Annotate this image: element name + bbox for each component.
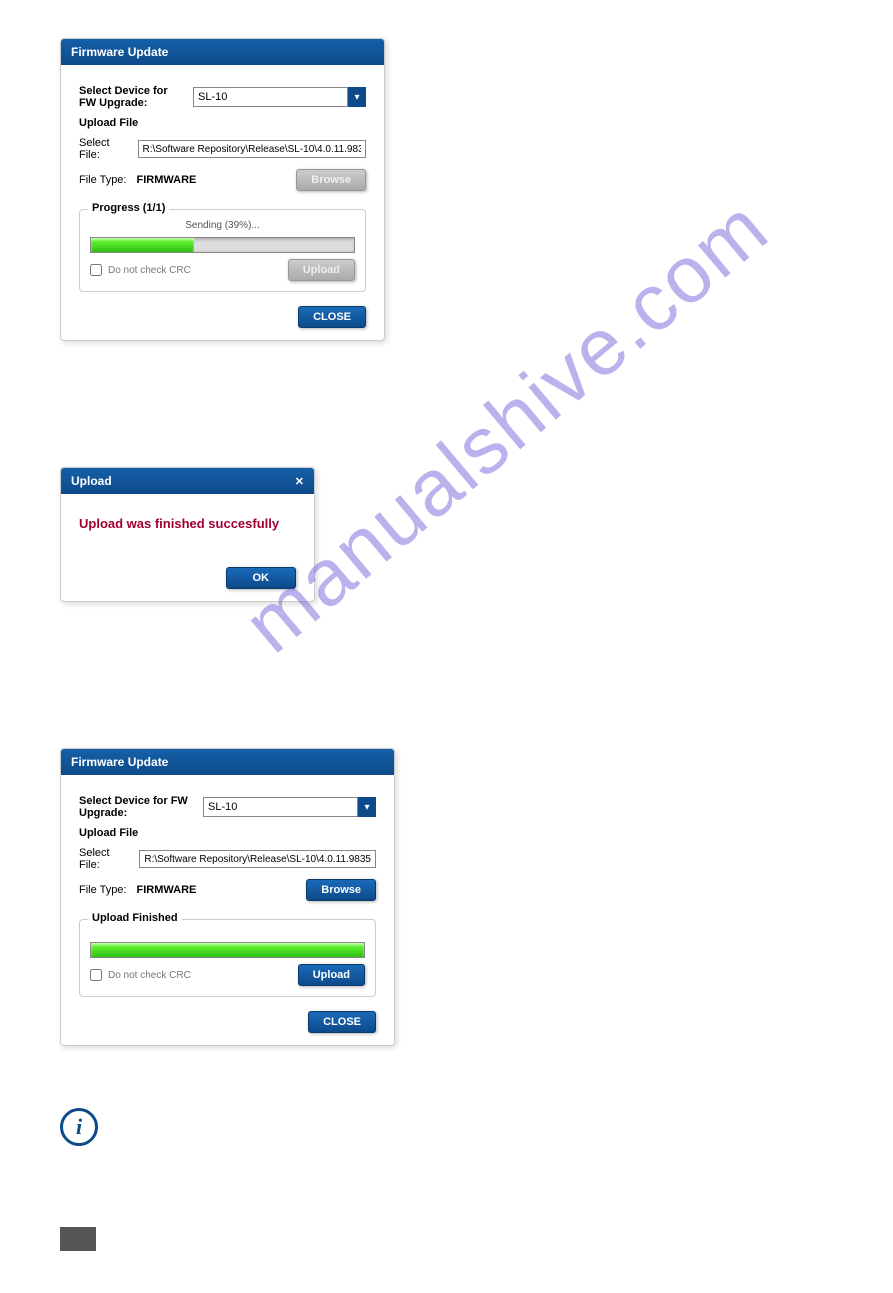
instruction-text-2: Click OK. The Firmware Update window sho… bbox=[60, 636, 833, 648]
device-select[interactable]: SL-10 bbox=[193, 87, 348, 107]
crc-checkbox-label[interactable]: Do not check CRC bbox=[90, 264, 191, 276]
crc-label-text: Do not check CRC bbox=[108, 265, 191, 276]
upload-complete-dialog: Upload ✕ Upload was finished succesfully… bbox=[60, 467, 315, 602]
file-path-input[interactable] bbox=[138, 140, 366, 158]
footer-text: SL-10 Installation and Operation Manual bbox=[60, 1251, 833, 1263]
note-text: Uploading firmware to the device does no… bbox=[112, 1128, 833, 1167]
chevron-down-icon[interactable]: ▾ bbox=[348, 87, 366, 107]
crc-checkbox[interactable] bbox=[90, 264, 102, 276]
progress-fill bbox=[91, 943, 364, 957]
upload-file-heading: Upload File bbox=[79, 117, 138, 129]
select-file-label: Select File: bbox=[79, 847, 129, 871]
file-type-label: File Type: bbox=[79, 884, 127, 896]
firmware-update-panel-finished: Firmware Update Select Device for FW Upg… bbox=[60, 748, 395, 1046]
file-type-value: FIRMWARE bbox=[137, 884, 197, 896]
upload-success-message: Upload was finished succesfully bbox=[79, 506, 296, 553]
ok-button[interactable]: OK bbox=[226, 567, 297, 589]
device-select-value: SL-10 bbox=[208, 801, 237, 813]
close-button[interactable]: CLOSE bbox=[298, 306, 366, 328]
instruction-text-1: When the upload is complete, the followi… bbox=[60, 375, 833, 387]
progress-fill bbox=[91, 238, 194, 252]
figure-caption-203: Figure 203: Firmware update progress bbox=[60, 349, 833, 363]
chevron-down-icon[interactable]: ▾ bbox=[358, 797, 376, 817]
select-file-label: Select File: bbox=[79, 137, 128, 161]
device-select[interactable]: SL-10 bbox=[203, 797, 358, 817]
device-select-value: SL-10 bbox=[198, 91, 227, 103]
figure-caption-204: Figure 204: Firmware update complete bbox=[60, 610, 833, 624]
note-block: i NOTE: Uploading firmware to the device… bbox=[60, 1108, 833, 1167]
progress-fieldset: Upload Finished Do not check CRC Upload bbox=[79, 919, 376, 997]
select-device-label: Select Device for FW Upgrade: bbox=[79, 85, 183, 109]
file-path-input[interactable] bbox=[139, 850, 376, 868]
panel-header: Firmware Update bbox=[61, 749, 394, 775]
file-type-label: File Type: bbox=[79, 174, 127, 186]
close-icon[interactable]: ✕ bbox=[295, 475, 304, 488]
figure-caption-205: Figure 205: Upload ended bbox=[60, 1054, 833, 1068]
panel-title: Firmware Update bbox=[71, 755, 168, 769]
close-button[interactable]: CLOSE bbox=[308, 1011, 376, 1033]
sending-text: Sending (39%)... bbox=[90, 220, 355, 231]
info-glyph: i bbox=[76, 1114, 82, 1140]
note-label: NOTE: bbox=[112, 1108, 833, 1128]
panel-title: Firmware Update bbox=[71, 45, 168, 59]
browse-button[interactable]: Browse bbox=[306, 879, 376, 901]
crc-checkbox[interactable] bbox=[90, 969, 102, 981]
browse-button[interactable]: Browse bbox=[296, 169, 366, 191]
page-number: 268 bbox=[60, 1227, 96, 1251]
panel-title: Upload bbox=[71, 474, 112, 488]
progress-bar bbox=[90, 942, 365, 958]
progress-fieldset: Progress (1/1) Sending (39%)... Do not c… bbox=[79, 209, 366, 292]
info-icon: i bbox=[60, 1108, 98, 1146]
panel-header: Upload ✕ bbox=[61, 468, 314, 494]
upload-file-heading: Upload File bbox=[79, 827, 138, 839]
firmware-update-panel-progress: Firmware Update Select Device for FW Upg… bbox=[60, 38, 385, 341]
progress-title: Progress (1/1) bbox=[88, 202, 169, 214]
file-type-value: FIRMWARE bbox=[137, 174, 197, 186]
crc-label-text: Do not check CRC bbox=[108, 970, 191, 981]
upload-button[interactable]: Upload bbox=[298, 964, 365, 986]
select-device-label: Select Device for FW Upgrade: bbox=[79, 795, 193, 819]
progress-title: Upload Finished bbox=[88, 912, 182, 924]
upload-button[interactable]: Upload bbox=[288, 259, 355, 281]
progress-bar bbox=[90, 237, 355, 253]
panel-header: Firmware Update bbox=[61, 39, 384, 65]
crc-checkbox-label[interactable]: Do not check CRC bbox=[90, 969, 191, 981]
